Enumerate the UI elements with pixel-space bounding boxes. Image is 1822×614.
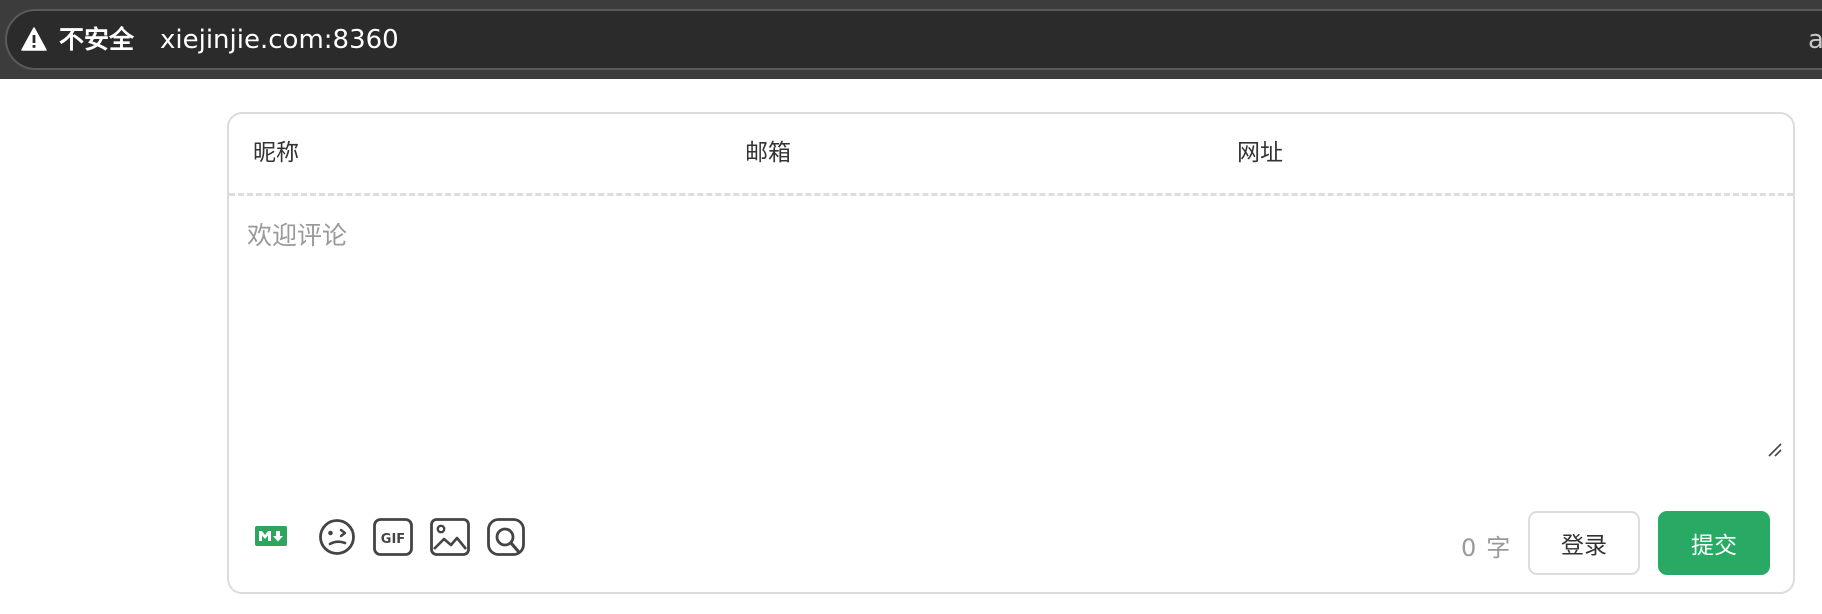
url-text[interactable]: xiejinjie.com:8360 <box>160 22 399 58</box>
svg-text:GIF: GIF <box>381 532 405 547</box>
markdown-icon[interactable] <box>255 526 287 546</box>
resize-handle-icon[interactable] <box>1767 442 1783 458</box>
word-count: 0字 <box>1461 528 1510 563</box>
comment-footer: GIF 0字 登录 提交 <box>229 506 1793 578</box>
login-button[interactable]: 登录 <box>1528 511 1640 575</box>
word-count-value: 0 <box>1461 534 1477 562</box>
word-count-unit: 字 <box>1486 534 1511 562</box>
image-icon[interactable] <box>430 518 470 556</box>
nickname-input[interactable] <box>253 114 733 192</box>
clipped-toolbar-text: a <box>1808 25 1822 55</box>
security-status-label[interactable]: 不安全 <box>59 22 134 58</box>
comment-panel: GIF 0字 登录 提交 <box>227 112 1795 594</box>
warning-icon[interactable] <box>21 27 47 51</box>
email-input[interactable] <box>745 114 1225 192</box>
preview-icon[interactable] <box>487 518 527 558</box>
website-input[interactable] <box>1237 114 1717 192</box>
gif-icon[interactable]: GIF <box>373 518 413 556</box>
submit-button[interactable]: 提交 <box>1658 511 1770 575</box>
commenter-info-row <box>229 114 1793 196</box>
emoji-icon[interactable] <box>318 518 356 556</box>
comment-textarea[interactable] <box>229 196 1793 476</box>
browser-toolbar: 不安全 xiejinjie.com:8360 a <box>0 0 1822 79</box>
